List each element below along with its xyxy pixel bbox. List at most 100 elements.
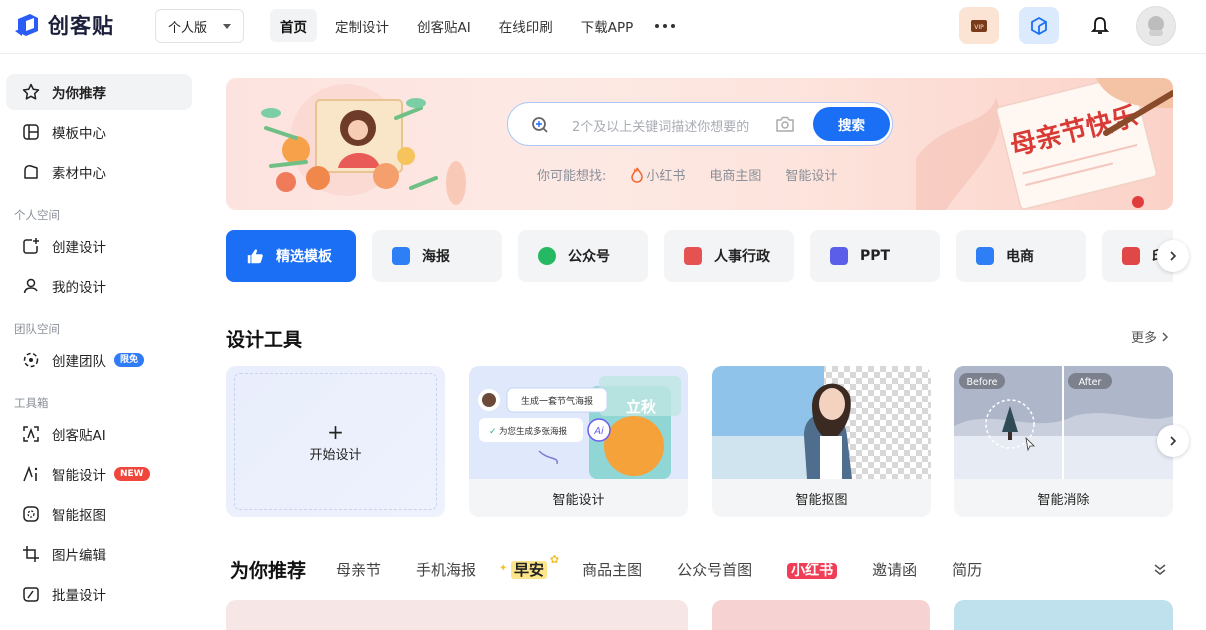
sidebar-item-create-design[interactable]: 创建设计 bbox=[6, 228, 192, 264]
search-input[interactable]: 2个及以上关键词描述你想要的 bbox=[572, 116, 752, 135]
chevron-right-icon bbox=[1170, 251, 1177, 261]
nav-item-custom-design[interactable]: 定制设计 bbox=[325, 9, 399, 42]
shopping-bag-icon bbox=[976, 247, 994, 265]
user-icon bbox=[22, 277, 40, 295]
search-icon bbox=[532, 117, 548, 133]
tools-next-button[interactable] bbox=[1157, 425, 1189, 457]
tools-title: 设计工具 bbox=[226, 329, 303, 351]
chevron-right-icon bbox=[1162, 332, 1169, 342]
cutout-label: 智能抠图 bbox=[795, 492, 848, 508]
category-row: 精选模板 海报 公众号 人事行政 PPT 电商 印 bbox=[226, 230, 1173, 282]
edition-label: 个人版 bbox=[168, 20, 208, 36]
ai-icon bbox=[22, 425, 40, 443]
sidebar: 为你推荐 模板中心 素材中心 个人空间 创建设计 我的设计 团队空间 创建团队 … bbox=[0, 55, 206, 619]
caret-down-icon bbox=[223, 24, 231, 29]
cutout-card[interactable]: 智能抠图 bbox=[712, 366, 931, 517]
sidebar-item-assets[interactable]: 素材中心 bbox=[6, 154, 192, 190]
search-button[interactable]: 搜索 bbox=[813, 107, 890, 141]
chevron-right-icon bbox=[1170, 436, 1177, 446]
nav-item-download-app[interactable]: 下载APP bbox=[571, 9, 644, 42]
tab-resume[interactable]: 简历 bbox=[952, 559, 982, 580]
sidebar-item-ai[interactable]: 创客贴AI bbox=[6, 416, 192, 452]
search-box[interactable]: 2个及以上关键词描述你想要的 搜索 bbox=[507, 102, 893, 146]
vip-button[interactable]: VIP bbox=[959, 7, 999, 44]
category-hr[interactable]: 人事行政 bbox=[664, 230, 794, 282]
nav-item-home[interactable]: 首页 bbox=[270, 9, 317, 42]
category-wechat[interactable]: 公众号 bbox=[518, 230, 648, 282]
recommend-card[interactable] bbox=[954, 600, 1173, 630]
batch-icon bbox=[22, 585, 40, 603]
sidebar-item-image-edit[interactable]: 图片编辑 bbox=[6, 536, 192, 572]
tab-good-morning[interactable]: ✦ 早安 ✿ bbox=[499, 553, 559, 580]
template-icon bbox=[22, 123, 40, 141]
tab-wechat-cover[interactable]: 公众号首图 bbox=[677, 559, 752, 580]
hero-banner: 母亲节快乐 2个及以上关键词描述你想要的 搜索 你可能想找: 小红书 电商主图 … bbox=[226, 78, 1173, 210]
category-featured[interactable]: 精选模板 bbox=[226, 230, 356, 282]
more-icon[interactable] bbox=[655, 23, 676, 28]
tab-product-main-image[interactable]: 商品主图 bbox=[582, 559, 642, 580]
avatar[interactable] bbox=[1136, 6, 1176, 46]
sidebar-item-label: 创建团队 bbox=[52, 354, 106, 370]
tab-xiaohongshu[interactable]: 小红书 bbox=[787, 560, 838, 580]
sidebar-item-my-designs[interactable]: 我的设计 bbox=[6, 268, 192, 304]
sidebar-item-recommend[interactable]: 为你推荐 bbox=[6, 74, 192, 110]
group-title-toolbox: 工具箱 bbox=[14, 396, 49, 410]
crop-icon bbox=[22, 545, 40, 563]
start-design-label: 开始设计 bbox=[309, 448, 362, 463]
sidebar-item-batch-design[interactable]: 批量设计 bbox=[6, 576, 192, 612]
sidebar-item-cutout[interactable]: 智能抠图 bbox=[6, 496, 192, 532]
suggestion-ecommerce[interactable]: 电商主图 bbox=[709, 165, 761, 184]
nav-item-ai[interactable]: 创客贴AI bbox=[407, 9, 481, 42]
notification-button[interactable] bbox=[1080, 7, 1120, 44]
svg-text:✓: ✓ bbox=[489, 427, 497, 437]
recommend-card[interactable] bbox=[712, 600, 930, 630]
sparkle-icon: ✿ bbox=[549, 553, 560, 566]
cutout-icon bbox=[22, 505, 40, 523]
camera-icon[interactable] bbox=[774, 114, 796, 134]
expand-tabs-button[interactable] bbox=[1153, 561, 1167, 580]
top-bar: 创客贴 个人版 首页 定制设计 创客贴AI 在线印刷 下载APP VIP bbox=[0, 0, 1206, 54]
category-ppt[interactable]: PPT bbox=[810, 230, 940, 282]
suggestion-xiaohongshu[interactable]: 小红书 bbox=[630, 165, 685, 184]
group-title-team: 团队空间 bbox=[14, 322, 60, 336]
category-next-button[interactable] bbox=[1157, 240, 1189, 272]
start-design-card[interactable]: + 开始设计 bbox=[226, 366, 445, 517]
tab-mothers-day[interactable]: 母亲节 bbox=[336, 559, 381, 580]
smart-design-card[interactable]: 立秋 生成一套节气海报 ✓ 为您生成多张海报 Ai 智能设计 bbox=[469, 366, 688, 517]
sidebar-item-label: 素材中心 bbox=[52, 166, 106, 182]
recommend-tabs: 为你推荐 母亲节 手机海报 ✦ 早安 ✿ 商品主图 公众号首图 小红书 邀请函 … bbox=[230, 553, 1017, 583]
cube-button[interactable] bbox=[1019, 7, 1059, 44]
svg-text:生成一套节气海报: 生成一套节气海报 bbox=[521, 395, 593, 407]
category-poster[interactable]: 海报 bbox=[372, 230, 502, 282]
logo[interactable]: 创客贴 bbox=[14, 10, 114, 40]
smart-design-icon bbox=[22, 465, 40, 483]
edition-select[interactable]: 个人版 bbox=[155, 9, 244, 43]
sidebar-item-create-team[interactable]: 创建团队 限免 bbox=[6, 342, 192, 378]
bell-icon bbox=[1091, 16, 1109, 34]
star-icon bbox=[22, 83, 40, 101]
hr-icon bbox=[684, 247, 702, 265]
nav-item-print[interactable]: 在线印刷 bbox=[489, 9, 563, 42]
main-nav: 首页 定制设计 创客贴AI 在线印刷 下载APP bbox=[270, 9, 676, 42]
add-design-icon bbox=[22, 237, 40, 255]
svg-text:为您生成多张海报: 为您生成多张海报 bbox=[499, 426, 568, 437]
suggestion-smart-design[interactable]: 智能设计 bbox=[785, 165, 837, 184]
sidebar-item-label: 智能抠图 bbox=[52, 508, 106, 524]
vip-icon: VIP bbox=[971, 19, 987, 32]
recommend-card[interactable] bbox=[226, 600, 688, 630]
new-badge: NEW bbox=[114, 467, 150, 481]
sidebar-item-label: 图片编辑 bbox=[52, 548, 106, 564]
logo-icon bbox=[14, 11, 42, 39]
sidebar-item-smart-design[interactable]: 智能设计 NEW bbox=[6, 456, 192, 492]
plus-icon: + bbox=[327, 420, 344, 444]
tab-invitation[interactable]: 邀请函 bbox=[872, 559, 917, 580]
category-ecommerce[interactable]: 电商 bbox=[956, 230, 1086, 282]
thumbs-up-icon bbox=[247, 249, 263, 264]
tab-mobile-poster[interactable]: 手机海报 bbox=[416, 559, 476, 580]
sidebar-item-templates[interactable]: 模板中心 bbox=[6, 114, 192, 150]
suggest-label: 你可能想找: bbox=[537, 169, 607, 184]
tools-more-link[interactable]: 更多 bbox=[1131, 327, 1169, 346]
erase-card[interactable]: Before After 智能消除 bbox=[954, 366, 1173, 517]
user-avatar-icon bbox=[1148, 16, 1164, 36]
poster-icon bbox=[392, 247, 410, 265]
